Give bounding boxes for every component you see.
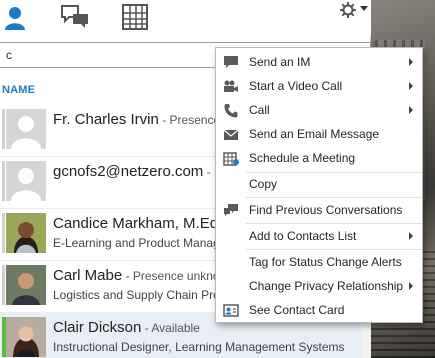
avatar — [6, 213, 46, 253]
menu-item-label: Start a Video Call — [249, 79, 343, 93]
avatar — [6, 161, 46, 201]
submenu-arrow-icon — [409, 58, 413, 66]
presence-bar — [2, 161, 5, 201]
submenu-arrow-icon — [409, 82, 413, 90]
menu-item-copy[interactable]: Copy — [216, 172, 422, 196]
menu-item-add-to-contacts[interactable]: Add to Contacts List — [216, 224, 422, 248]
conversations-tab-icon[interactable] — [60, 4, 90, 33]
conversation-history-icon — [223, 203, 239, 218]
menu-item-video-call[interactable]: Start a Video Call — [216, 74, 422, 98]
presence-bar — [2, 213, 5, 253]
menu-item-label: Find Previous Conversations — [249, 203, 403, 217]
menu-item-see-contact-card[interactable]: See Contact Card — [216, 298, 422, 322]
menu-item-label: Send an Email Message — [249, 127, 380, 141]
gear-icon[interactable] — [340, 2, 356, 21]
menu-item-label: Send an IM — [249, 55, 311, 69]
submenu-arrow-icon — [409, 106, 413, 114]
chevron-down-icon[interactable] — [360, 6, 368, 11]
contact-name: Fr. Charles Irvin - Presence — [53, 111, 221, 128]
contact-card-icon — [223, 303, 239, 318]
menu-item-call[interactable]: Call — [216, 98, 422, 122]
menu-item-label: Call — [249, 103, 270, 117]
menu-item-send-im[interactable]: Send an IM — [216, 50, 422, 74]
video-camera-icon — [223, 79, 239, 94]
contact-name: Candice Markham, M.Ed. — [53, 215, 223, 232]
calendar-icon — [223, 151, 239, 166]
menu-item-tag-status-alerts[interactable]: Tag for Status Change Alerts — [216, 250, 422, 274]
meetings-tab-icon[interactable] — [122, 4, 148, 33]
presence-bar — [2, 265, 5, 305]
presence-bar — [2, 109, 5, 149]
avatar — [6, 317, 46, 357]
email-icon — [223, 127, 239, 142]
contact-name: gcnofs2@netzero.com - P — [53, 163, 222, 180]
submenu-arrow-icon — [409, 232, 413, 240]
toolbar — [0, 0, 371, 36]
contact-context-menu: Send an IM Start a Video Call Call Send … — [215, 47, 423, 323]
menu-item-label: Schedule a Meeting — [249, 151, 356, 165]
menu-item-change-privacy[interactable]: Change Privacy Relationship — [216, 274, 422, 298]
contacts-tab-icon[interactable] — [4, 4, 32, 35]
contact-name: Carl Mabe - Presence unkno — [53, 267, 220, 284]
contact-name: Clair Dickson - Available — [53, 319, 200, 336]
contact-title: Instructional Designer, Learning Managem… — [53, 340, 345, 354]
name-column-header[interactable]: NAME — [2, 84, 35, 96]
menu-item-label: Copy — [249, 177, 278, 191]
avatar — [6, 265, 46, 305]
menu-item-find-conversations[interactable]: Find Previous Conversations — [216, 198, 422, 222]
im-icon — [223, 55, 239, 70]
menu-item-schedule-meeting[interactable]: Schedule a Meeting — [216, 146, 422, 170]
submenu-arrow-icon — [409, 282, 413, 290]
avatar — [6, 109, 46, 149]
menu-item-label: See Contact Card — [249, 303, 345, 317]
menu-item-label: Tag for Status Change Alerts — [249, 255, 402, 269]
menu-item-label: Change Privacy Relationship — [249, 279, 404, 293]
menu-item-send-email[interactable]: Send an Email Message — [216, 122, 422, 146]
phone-icon — [223, 103, 239, 118]
menu-item-label: Add to Contacts List — [249, 229, 357, 243]
